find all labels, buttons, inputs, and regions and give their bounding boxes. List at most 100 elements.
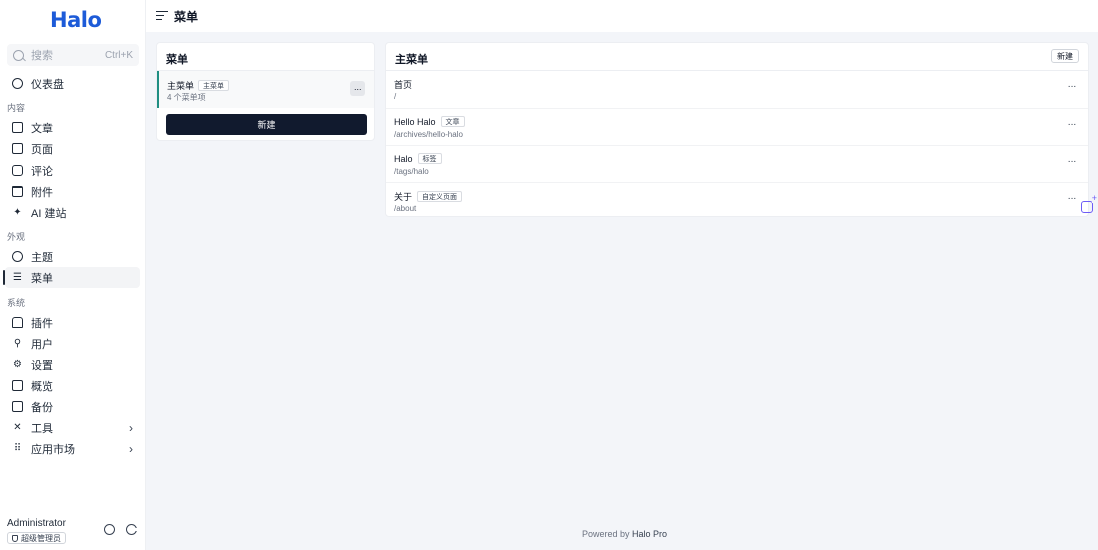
sidebar-item-label: AI 建站: [31, 207, 67, 220]
pages-icon: [12, 143, 23, 154]
search-input[interactable]: 搜索 Ctrl+K: [7, 44, 139, 66]
sidebar-item-label: 页面: [31, 143, 53, 156]
ai-assistant-icon[interactable]: [1081, 194, 1097, 213]
sidebar-item-attachments[interactable]: 附件: [5, 181, 140, 202]
backup-icon: [12, 401, 23, 412]
new-menu-item-button[interactable]: 新建: [1051, 49, 1079, 63]
sidebar-item-label: 评论: [31, 165, 53, 178]
sidebar-item-plugins[interactable]: 插件: [5, 312, 140, 333]
sidebar-item-settings[interactable]: ⚙ 设置: [5, 354, 140, 375]
sidebar-item-label: 备份: [31, 401, 53, 414]
group-label-content: 内容: [7, 103, 26, 113]
menu-item-more-button[interactable]: ···: [1068, 81, 1077, 92]
logout-icon[interactable]: [126, 524, 139, 535]
sidebar-item-comments[interactable]: 评论: [5, 160, 140, 181]
menu-more-button[interactable]: ···: [350, 81, 365, 96]
menu-settings-icon: [156, 11, 168, 21]
menu-item-label-row: 首页: [394, 78, 412, 91]
footer-prefix: Powered by: [582, 529, 630, 539]
sidebar-item-tools[interactable]: ✕ 工具 ›: [5, 417, 140, 438]
menu-item-count: 4 个菜单项: [167, 93, 206, 102]
sidebar-item-overview[interactable]: 概览: [5, 375, 140, 396]
footer: Powered by Halo Pro: [582, 529, 667, 539]
sidebar-item-label: 仪表盘: [31, 78, 64, 91]
menu-item-row[interactable]: 首页 / ···: [386, 71, 1088, 108]
menu-item-more-button[interactable]: ···: [1068, 156, 1077, 167]
posts-icon: [12, 122, 23, 133]
sparkle-icon: ✦: [13, 206, 22, 218]
search-icon: [13, 49, 24, 61]
sidebar-item-pages[interactable]: 页面: [5, 138, 140, 159]
menu-name: 主菜单: [167, 81, 195, 91]
menu-item-type-tag: 文章: [440, 116, 465, 127]
new-menu-button[interactable]: 新建: [166, 114, 367, 135]
dashboard-icon: [12, 78, 23, 89]
menu-item-path: /: [394, 92, 397, 101]
menu-item-path: /about: [394, 204, 417, 213]
sidebar-item-label: 工具: [31, 422, 53, 435]
sidebar-item-label: 主题: [31, 251, 53, 264]
menu-item-label-row: 关于 自定义页面: [394, 190, 463, 203]
sidebar-item-label: 附件: [31, 186, 53, 199]
tools-icon: ✕: [13, 421, 22, 433]
user-name: Administrator: [7, 518, 66, 529]
menu-item-label-row: Halo 标签: [394, 153, 442, 164]
terminal-icon: [12, 380, 23, 391]
sidebar-item-backup[interactable]: 备份: [5, 396, 140, 417]
sidebar-item-ai[interactable]: ✦ AI 建站: [5, 202, 140, 223]
menu-items-card-title: 主菜单: [395, 54, 428, 66]
menu-item-type-tag: 自定义页面: [417, 191, 463, 202]
menu-item-label: Halo: [394, 153, 413, 164]
comment-icon: [12, 165, 23, 176]
menus-card-title: 菜单: [166, 54, 188, 66]
gear-icon: ⚙: [13, 358, 22, 370]
current-user: Administrator 超级管理员: [7, 518, 66, 545]
halo-logo[interactable]: Halo: [50, 8, 102, 32]
sidebar-item-users[interactable]: ⚲ 用户: [5, 333, 140, 354]
sidebar-item-themes[interactable]: 主题: [5, 246, 140, 267]
search-placeholder: 搜索: [31, 50, 53, 62]
footer-brand[interactable]: Halo Pro: [632, 529, 667, 539]
group-label-system: 系统: [7, 298, 26, 308]
menu-item-label: 首页: [394, 80, 413, 90]
profile-icon[interactable]: [104, 524, 115, 535]
menu-items-card: 主菜单 新建 首页 / ··· Hello Halo 文章 /archives/…: [385, 42, 1089, 217]
menu-name-row: 主菜单 主菜单: [167, 79, 230, 92]
sidebar-item-dashboard[interactable]: 仪表盘: [5, 73, 140, 94]
sidebar-item-label: 应用市场: [31, 443, 75, 456]
menu-item-row[interactable]: Halo 标签 /tags/halo ···: [386, 145, 1088, 182]
sidebar-item-label: 插件: [31, 317, 53, 330]
role-badge: 超级管理员: [7, 532, 66, 544]
primary-menu-tag: 主菜单: [198, 80, 230, 91]
plug-icon: [12, 317, 23, 328]
sidebar-item-posts[interactable]: 文章: [5, 117, 140, 138]
sidebar-item-menus[interactable]: ☰ 菜单: [3, 267, 140, 288]
menus-card: 菜单 主菜单 主菜单 4 个菜单项 ··· 新建: [156, 42, 375, 141]
shield-icon: [12, 534, 18, 542]
user-actions: [104, 524, 139, 535]
menu-item-label-row: Hello Halo 文章: [394, 116, 465, 127]
sidebar: Halo 搜索 Ctrl+K 仪表盘 内容 文章 页面 评论 附件 ✦ AI 建…: [0, 0, 146, 550]
top-bar: 菜单: [146, 0, 1098, 32]
menu-item-path: /tags/halo: [394, 167, 429, 176]
menu-item-label: 关于: [394, 192, 413, 202]
sidebar-item-label: 概览: [31, 380, 53, 393]
menu-list-item[interactable]: 主菜单 主菜单 4 个菜单项 ···: [157, 71, 374, 108]
user-icon: ⚲: [13, 337, 22, 349]
palette-icon: [12, 251, 23, 262]
sidebar-item-label: 菜单: [31, 272, 53, 285]
menu-item-more-button[interactable]: ···: [1068, 119, 1077, 130]
sidebar-item-label: 文章: [31, 122, 53, 135]
apps-grid-icon: ⠿: [13, 442, 22, 454]
menu-item-row[interactable]: 关于 自定义页面 /about ···: [386, 182, 1088, 219]
sidebar-item-market[interactable]: ⠿ 应用市场 ›: [5, 438, 140, 459]
menu-item-row[interactable]: Hello Halo 文章 /archives/hello-halo ···: [386, 108, 1088, 145]
menu-item-path: /archives/hello-halo: [394, 130, 463, 139]
sidebar-item-label: 设置: [31, 359, 53, 372]
menu-item-type-tag: 标签: [417, 153, 442, 164]
menu-item-more-button[interactable]: ···: [1068, 193, 1077, 204]
menu-item-label: Hello Halo: [394, 116, 436, 127]
role-label: 超级管理员: [21, 533, 61, 543]
folder-icon: [12, 186, 23, 197]
chevron-right-icon: ›: [129, 420, 133, 435]
